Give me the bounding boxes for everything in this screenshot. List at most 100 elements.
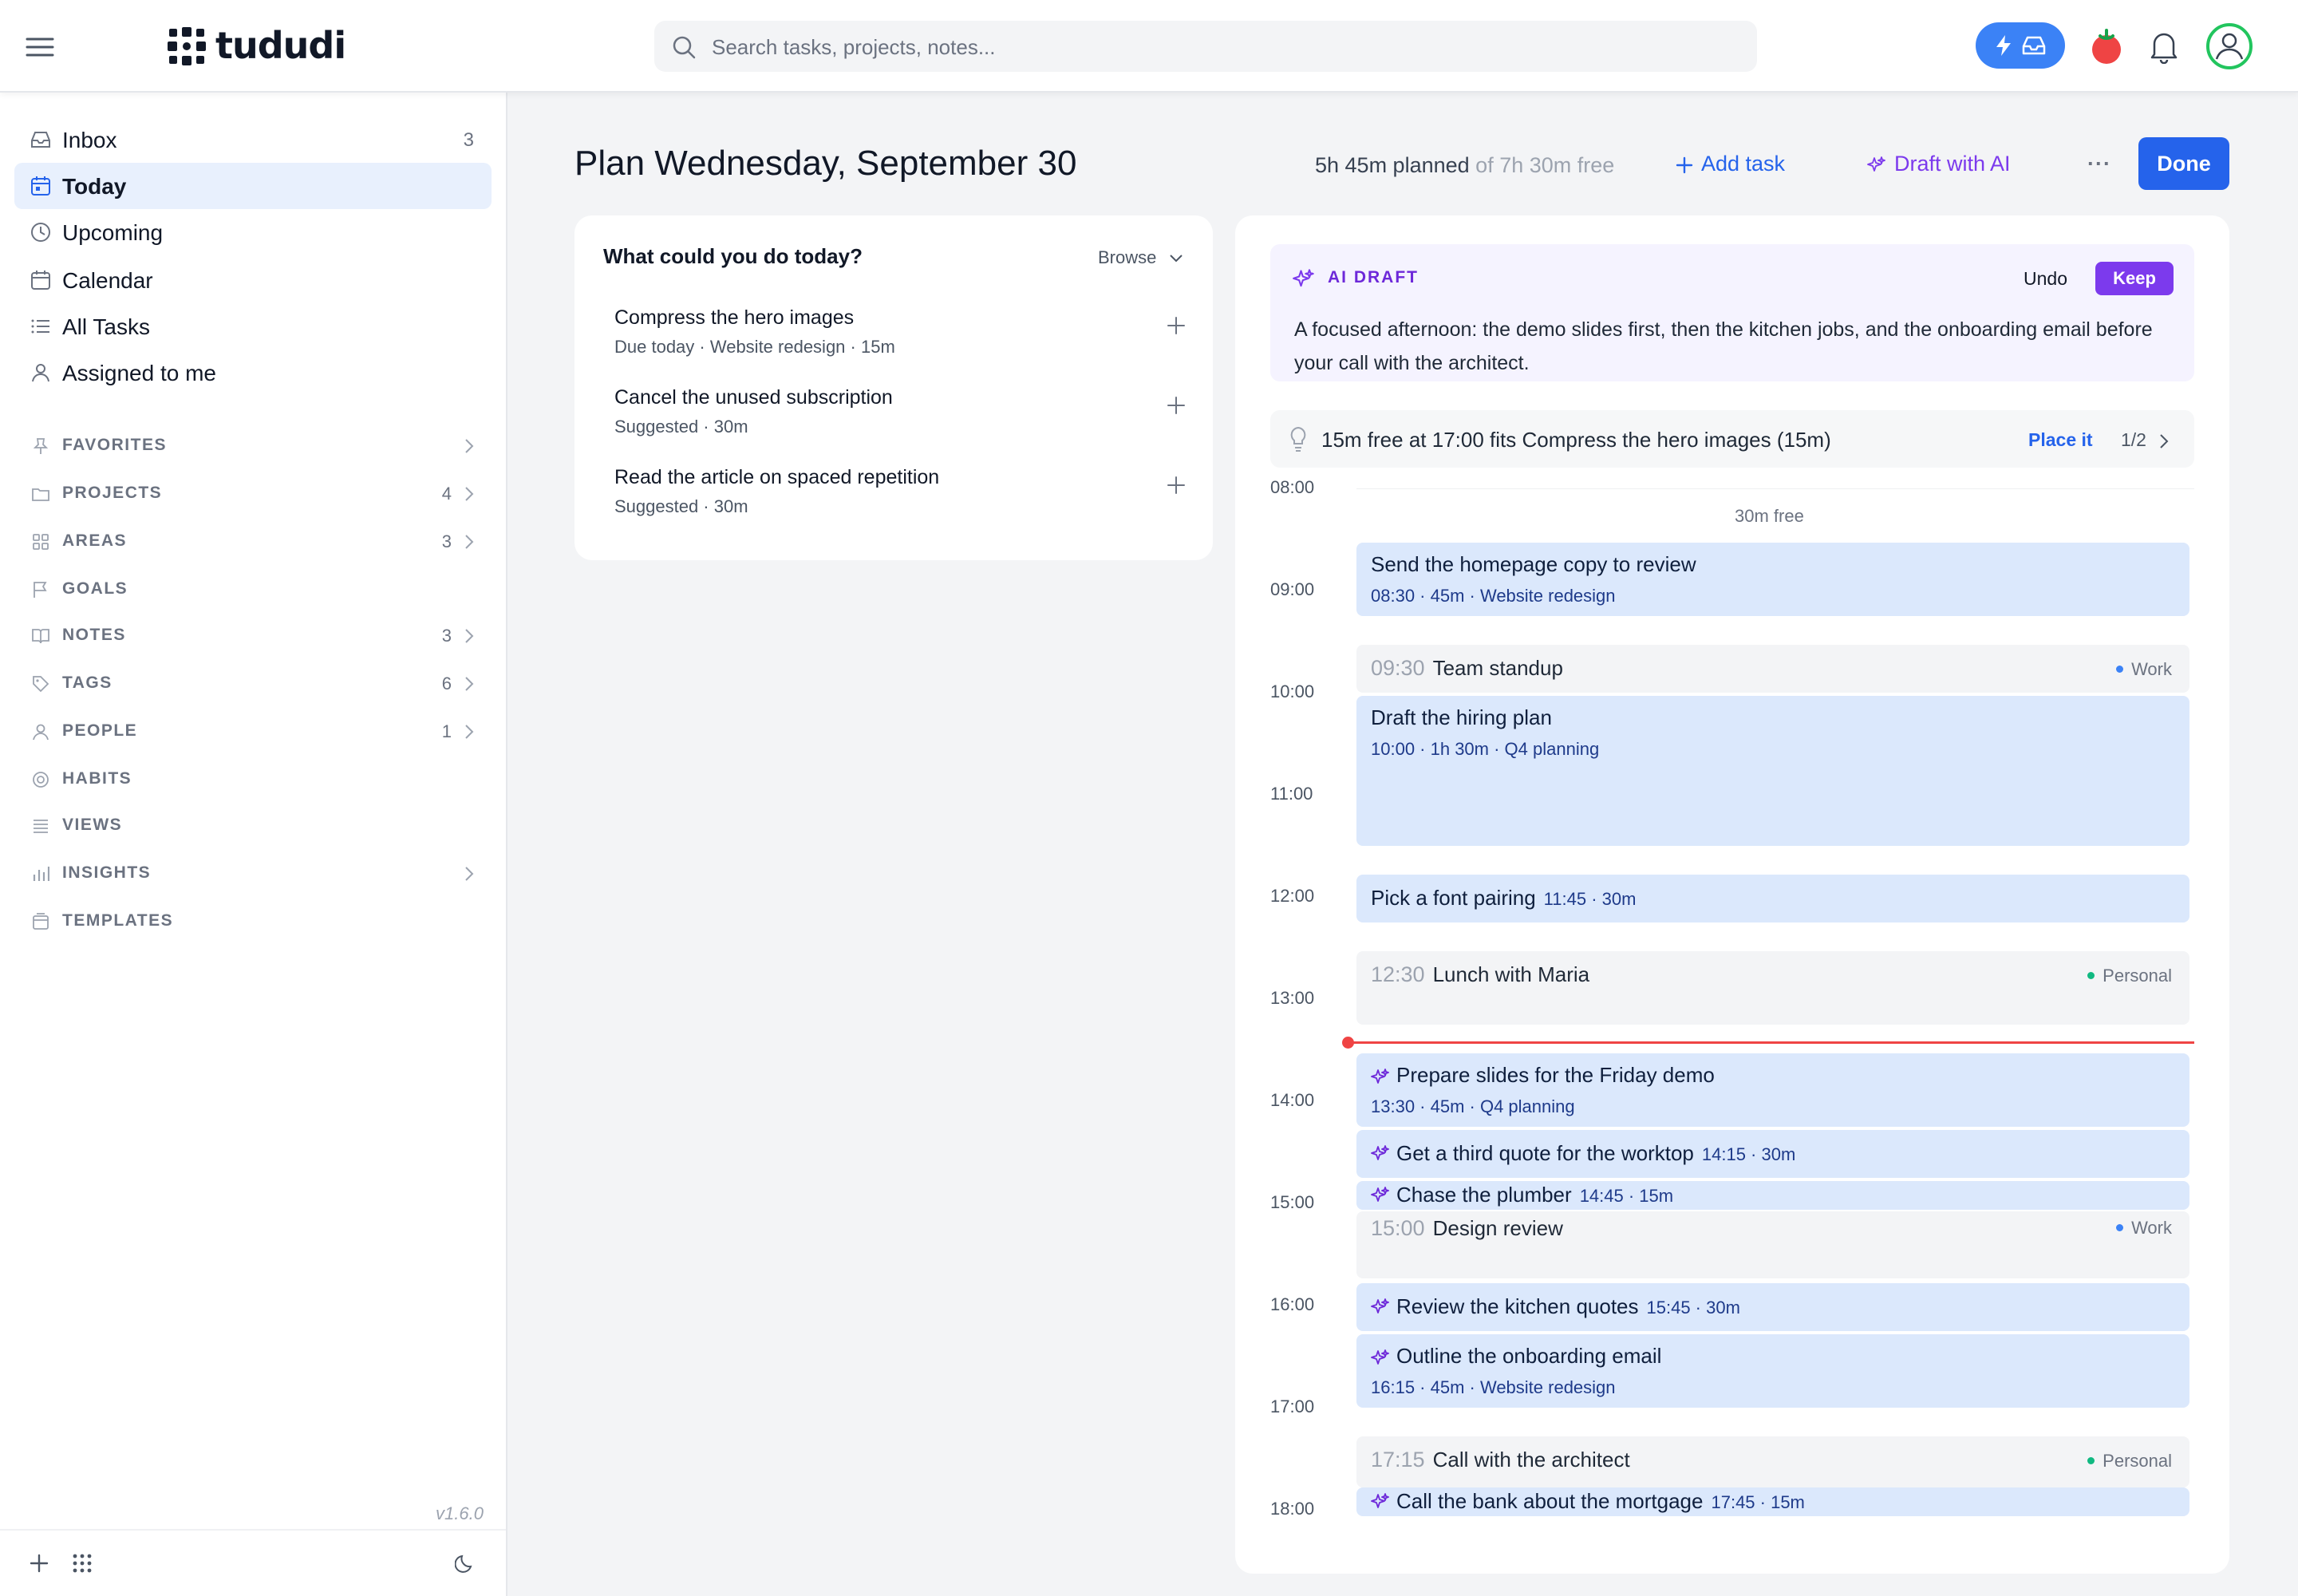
chevron-right-icon[interactable] [464, 628, 474, 644]
event-tag-label: Personal [2103, 1451, 2172, 1471]
browse-dropdown[interactable]: Browse [1098, 247, 1183, 268]
hour-label: 17:00 [1270, 1396, 1315, 1416]
keep-button[interactable]: Keep [2095, 262, 2174, 295]
chevron-right-icon[interactable] [464, 438, 474, 454]
ai-draft-banner: AI DRAFT Undo Keep A focused afternoon: … [1270, 244, 2194, 381]
hint-text: 15m free at 17:00 fits Compress the hero… [1321, 428, 1831, 452]
event-title: Call with the architect [1432, 1448, 1630, 1472]
lightning-icon [1995, 34, 2012, 57]
views-icon [32, 817, 49, 835]
planned-summary: 5h 45m planned of 7h 30m free [1315, 153, 1614, 178]
chevron-right-icon[interactable] [464, 676, 474, 692]
calendar-event[interactable]: 15:00 Design review Work [1356, 1211, 2189, 1278]
flag-icon [32, 581, 49, 598]
sidebar-section-favorites[interactable]: FAVORITES [14, 426, 492, 466]
section-label: FAVORITES [62, 436, 167, 454]
event-title: Design review [1432, 1216, 1563, 1240]
quick-capture-button[interactable] [1976, 22, 2065, 69]
done-button[interactable]: Done [2138, 137, 2229, 190]
ai-task-block[interactable]: Chase the plumber 14:45 · 15m [1356, 1181, 2189, 1210]
hamburger-menu-icon[interactable] [26, 37, 54, 57]
add-task-button[interactable]: Add task [1676, 152, 1785, 176]
search-input[interactable]: Search tasks, projects, notes... [712, 35, 996, 60]
sidebar-section-notes[interactable]: NOTES 3 [14, 616, 492, 656]
sidebar-section-habits[interactable]: HABITS [14, 760, 492, 800]
sidebar-item-upcoming[interactable]: Upcoming [14, 209, 492, 255]
ai-task-block[interactable]: Call the bank about the mortgage 17:45 · … [1356, 1487, 2189, 1516]
search-bar[interactable]: Search tasks, projects, notes... [654, 21, 1757, 72]
ai-task-block[interactable]: Prepare slides for the Friday demo 13:30… [1356, 1053, 2189, 1127]
sidebar-item-all-tasks[interactable]: All Tasks [14, 303, 492, 350]
task-block[interactable]: Draft the hiring plan 10:00 · 1h 30m · Q… [1356, 696, 2189, 846]
tududi-logo-icon[interactable] [166, 26, 207, 67]
calendar-event[interactable]: 17:15 Call with the architect Personal [1356, 1436, 2189, 1487]
sidebar-item-label: All Tasks [62, 314, 150, 339]
add-plus-icon[interactable] [29, 1553, 49, 1574]
task-title: Review the kitchen quotes [1396, 1294, 1639, 1318]
place-it-button[interactable]: Place it [2028, 429, 2093, 451]
app-name[interactable]: tududi [215, 24, 346, 67]
section-label: PEOPLE [62, 721, 138, 740]
suggestion-item[interactable]: Compress the hero images Due today · Web… [614, 306, 1186, 378]
notifications-bell-icon[interactable] [2148, 29, 2180, 64]
calendar-icon [30, 270, 51, 290]
template-icon [32, 913, 49, 930]
sidebar-item-today[interactable]: Today [14, 163, 492, 209]
areas-count: 3 [441, 531, 452, 551]
suggestion-item[interactable]: Read the article on spaced repetition Su… [614, 466, 1186, 538]
ai-task-block[interactable]: Review the kitchen quotes 15:45 · 30m [1356, 1283, 2189, 1331]
suggestion-title: Read the article on spaced repetition [614, 466, 940, 488]
event-tag-label: Work [2131, 1218, 2172, 1238]
sidebar-section-views[interactable]: VIEWS [14, 806, 492, 846]
chevron-right-icon[interactable] [464, 534, 474, 550]
sidebar-section-goals[interactable]: GOALS [14, 570, 492, 610]
chevron-right-icon[interactable] [464, 866, 474, 882]
sidebar-item-assigned-to-me[interactable]: Assigned to me [14, 350, 492, 396]
sidebar-section-people[interactable]: PEOPLE 1 [14, 712, 492, 752]
draft-with-ai-button[interactable]: Draft with AI [1867, 152, 2011, 176]
calendar-event[interactable]: 09:30 Team standup Work [1356, 645, 2189, 693]
sidebar-section-insights[interactable]: INSIGHTS [14, 854, 492, 894]
planned-time: 5h 45m planned [1315, 153, 1470, 177]
add-task-label: Add task [1701, 152, 1786, 176]
habit-icon [32, 771, 49, 788]
sidebar-item-calendar[interactable]: Calendar [14, 257, 492, 303]
apps-grid-icon[interactable] [72, 1553, 93, 1574]
calendar-event[interactable]: 12:30 Lunch with Maria Personal [1356, 951, 2189, 1025]
hint-pager[interactable]: 1/2 [2121, 429, 2169, 451]
sparkle-icon [1371, 1186, 1390, 1205]
add-suggestion-plus-icon[interactable] [1167, 316, 1186, 335]
user-avatar[interactable] [2205, 22, 2253, 70]
hour-label: 15:00 [1270, 1192, 1315, 1212]
more-options-button[interactable]: ··· [2087, 152, 2111, 176]
sidebar-section-projects[interactable]: PROJECTS 4 [14, 474, 492, 514]
sidebar-section-tags[interactable]: TAGS 6 [14, 664, 492, 704]
sidebar-section-areas[interactable]: AREAS 3 [14, 522, 492, 562]
ai-task-block[interactable]: Outline the onboarding email 16:15 · 45m… [1356, 1334, 2189, 1408]
sidebar: Inbox 3 Today Upcoming Calendar All Task… [0, 93, 507, 1596]
add-suggestion-plus-icon[interactable] [1167, 476, 1186, 495]
suggestions-panel: What could you do today? Browse Compress… [574, 215, 1213, 560]
sidebar-section-templates[interactable]: TEMPLATES [14, 902, 492, 942]
chevron-right-icon[interactable] [464, 724, 474, 740]
task-title: Outline the onboarding email [1396, 1344, 1662, 1368]
ai-draft-label: AI DRAFT [1328, 268, 1419, 286]
tags-count: 6 [441, 674, 452, 693]
free-time: of 7h 30m free [1475, 153, 1615, 177]
task-block[interactable]: Pick a font pairing 11:45 · 30m [1356, 875, 2189, 922]
chevron-right-icon[interactable] [2159, 433, 2169, 449]
sidebar-item-label: Today [62, 174, 127, 199]
chevron-right-icon[interactable] [464, 486, 474, 502]
ai-task-block[interactable]: Get a third quote for the worktop 14:15 ·… [1356, 1130, 2189, 1178]
suggestion-item[interactable]: Cancel the unused subscription Suggested… [614, 386, 1186, 458]
sidebar-item-inbox[interactable]: Inbox 3 [14, 117, 492, 163]
plus-icon [1676, 156, 1693, 174]
sidebar-item-label: Inbox [62, 128, 117, 152]
dark-mode-moon-icon[interactable] [455, 1553, 476, 1574]
task-block[interactable]: Send the homepage copy to review 08:30 ·… [1356, 543, 2189, 616]
current-time-line [1350, 1041, 2194, 1044]
lightbulb-icon [1288, 426, 1309, 452]
add-suggestion-plus-icon[interactable] [1167, 396, 1186, 415]
pomodoro-tomato-icon[interactable] [2089, 27, 2124, 65]
undo-button[interactable]: Undo [2024, 268, 2067, 290]
